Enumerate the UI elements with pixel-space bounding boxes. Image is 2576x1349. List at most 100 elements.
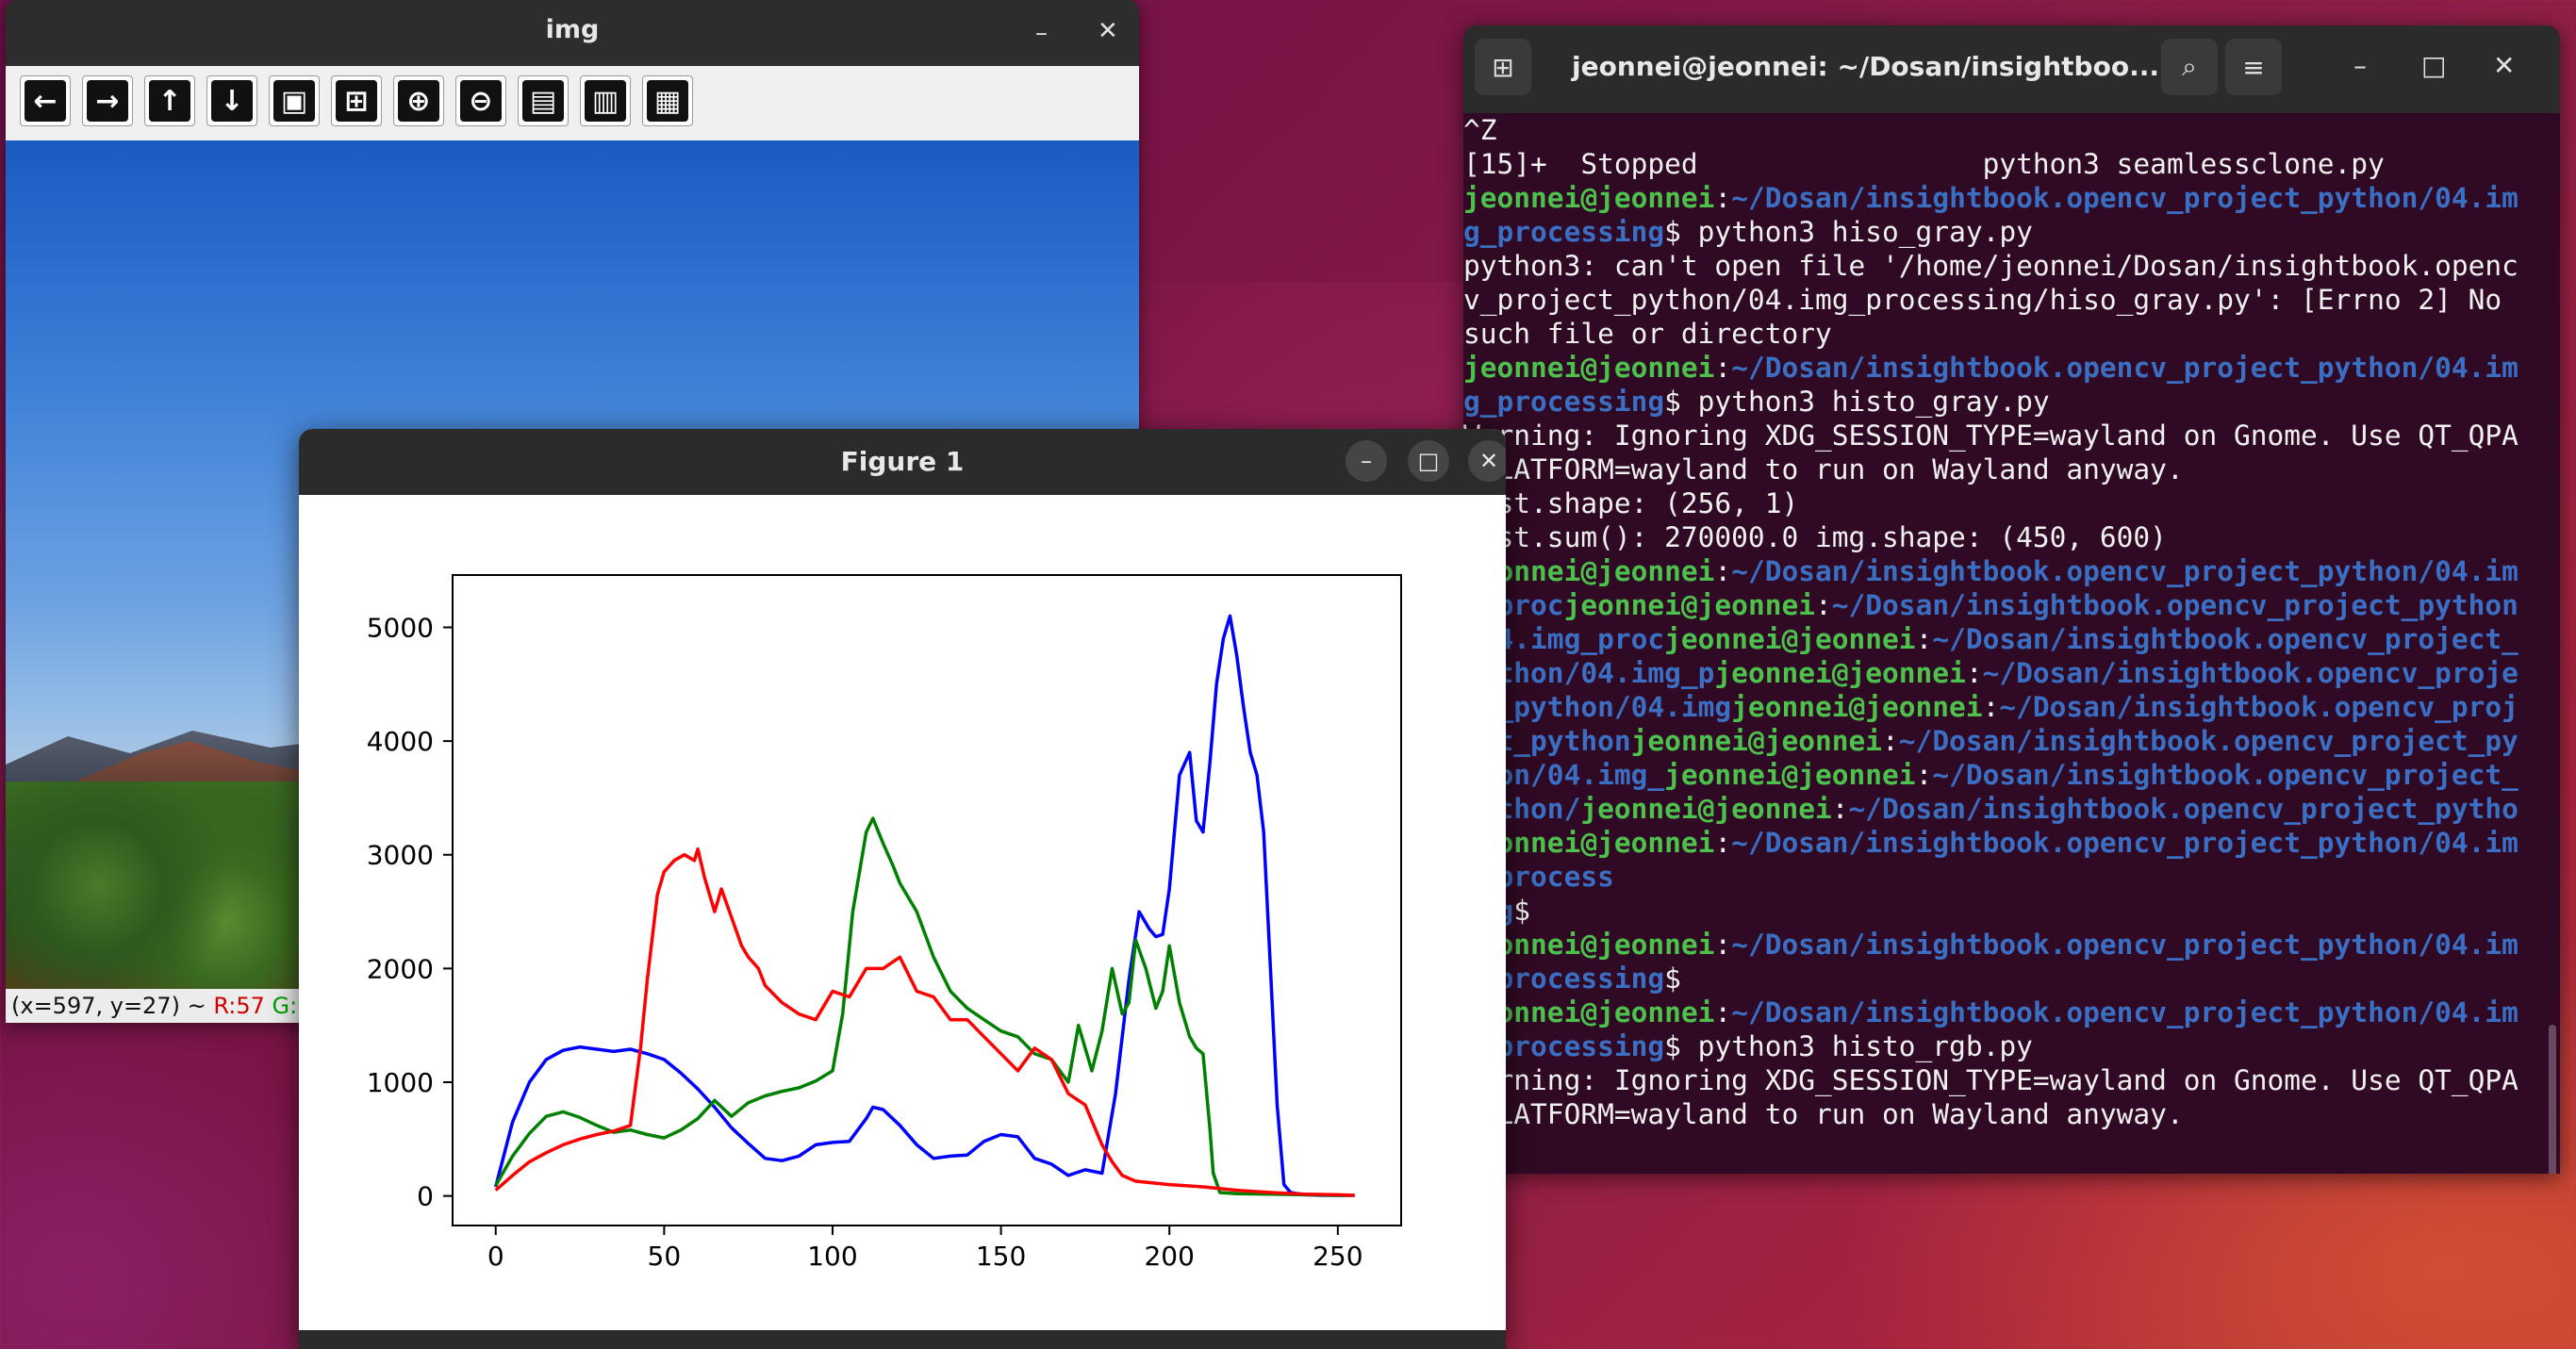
pan-down-button[interactable]: ↓: [206, 75, 257, 126]
terminal-line: hist.sum(): 270000.0 img.shape: (450, 60…: [1463, 520, 2548, 554]
prompt-path: g_processing: [1463, 216, 1665, 248]
terminal-line: python/jeonnei@jeonnei:~/Dosan/insightbo…: [1463, 792, 2548, 826]
figure-window: Figure 1 – □ ✕ 0 50 100 150 200 250 0 1000 2000 3…: [299, 429, 1506, 1349]
terminal-text: :: [1915, 623, 1933, 655]
zoom-original-button[interactable]: ⊞: [331, 75, 382, 126]
terminal-line: _PLATFORM=wayland to run on Wayland anyw…: [1463, 1097, 2548, 1131]
terminal-line: thon/04.img_jeonnei@jeonnei:~/Dosan/insi…: [1463, 758, 2548, 792]
terminal-text: $: [1513, 895, 1531, 927]
terminal-line: g_processing$ python3 hiso_gray.py: [1463, 215, 2548, 249]
prompt-user-host: jeonnei@jeonnei: [1664, 623, 1916, 655]
terminal-text: :: [1714, 555, 1732, 587]
terminal-scrollbar[interactable]: [2549, 1025, 2556, 1174]
terminal-line: jeonnei@jeonnei:~/Dosan/insightbook.open…: [1463, 928, 2548, 962]
terminal-line: g_processing$: [1463, 962, 2548, 995]
prompt-path: g_processing: [1463, 386, 1665, 418]
prompt-path: ~/Dosan/insightbook.opencv_project_pytho…: [1731, 182, 2518, 214]
pan-right-icon: →: [87, 80, 128, 122]
prompt-user-host: jeonnei@jeonnei: [1664, 759, 1916, 791]
terminal-line: jeonnei@jeonnei:~/Dosan/insightbook.open…: [1463, 826, 2548, 860]
y-tick-label: 1000: [367, 1067, 434, 1098]
terminal-text: :: [1714, 827, 1732, 859]
terminal-text: :: [1714, 996, 1732, 1028]
x-tick-label: 0: [487, 1241, 504, 1272]
pixel-red-value: R:57: [213, 993, 265, 1019]
close-button[interactable]: ✕: [2493, 50, 2515, 81]
terminal-text: Warning: Ignoring XDG_SESSION_TYPE=wayla…: [1463, 420, 2518, 452]
img-toolbar: ← → ↑ ↓ ▣ ⊞ ⊕ ⊖ ▤ ▥ ▦: [6, 66, 1139, 141]
forest: [6, 781, 317, 1023]
terminal-text: :: [1831, 793, 1849, 825]
zoom-out-button[interactable]: ⊖: [455, 75, 506, 126]
save-button[interactable]: ▤: [518, 75, 569, 126]
maximize-button[interactable]: □: [1408, 440, 1449, 482]
prompt-path: ~/Dosan/insightbook.opencv_project_pytho…: [1731, 996, 2518, 1028]
x-tick-label: 250: [1313, 1241, 1362, 1272]
img-window-titlebar[interactable]: img – ✕: [6, 0, 1139, 66]
prompt-user-host: jeonnei@jeonnei: [1580, 793, 1832, 825]
x-tick-label: 50: [648, 1241, 682, 1272]
terminal-line: Warning: Ignoring XDG_SESSION_TYPE=wayla…: [1463, 1063, 2548, 1097]
prompt-path: ~/Dosan/insightbook.opencv_project_: [1932, 623, 2518, 655]
properties-button[interactable]: ▦: [642, 75, 693, 126]
prompt-path: ~/Dosan/insightbook.opencv_project_pytho…: [1731, 827, 2518, 859]
prompt-path: ~/Dosan/insightbook.opencv_project_pytho…: [1731, 555, 2518, 587]
terminal-text: :: [1714, 182, 1732, 214]
pixel-green-value: G:: [272, 993, 298, 1019]
terminal-line: g_processing$ python3 histo_gray.py: [1463, 385, 2548, 419]
terminal-line: v_project_python/04.img_processing/hiso_…: [1463, 283, 2548, 317]
terminal-text: Warning: Ignoring XDG_SESSION_TYPE=wayla…: [1463, 1064, 2518, 1096]
terminal-line: [15]+ Stopped python3 seamlessclone.py: [1463, 147, 2548, 181]
terminal-titlebar[interactable]: ⊞ jeonnei@jeonnei: ~/Dosan/insightboo...…: [1463, 25, 2560, 113]
x-tick-label: 150: [976, 1241, 1026, 1272]
histogram-chart: 0 50 100 150 200 250 0 1000 2000 3000 4000 5000: [367, 574, 1402, 1272]
y-tick-label: 0: [417, 1181, 434, 1212]
zoom-in-button[interactable]: ⊕: [393, 75, 444, 126]
pan-up-button[interactable]: ↑: [144, 75, 195, 126]
terminal-line: /04.img_procjeonnei@jeonnei:~/Dosan/insi…: [1463, 622, 2548, 656]
pan-right-button[interactable]: →: [82, 75, 133, 126]
pan-left-button[interactable]: ←: [20, 75, 71, 126]
maximize-button[interactable]: □: [2421, 50, 2446, 81]
zoom-fit-button[interactable]: ▣: [269, 75, 320, 126]
save-icon: ▤: [522, 80, 564, 122]
x-tick-label: 200: [1144, 1241, 1194, 1272]
prompt-user-host: jeonnei@jeonnei: [1731, 691, 1983, 723]
pan-up-icon: ↑: [149, 80, 190, 122]
menu-button[interactable]: ≡: [2225, 39, 2282, 95]
close-button[interactable]: ✕: [1098, 19, 1118, 43]
copy-clipboard-icon: ▥: [585, 80, 626, 122]
prompt-path: ~/Dosan/insightbook.opencv_project_: [1932, 759, 2518, 791]
search-button[interactable]: ⌕: [2161, 39, 2218, 95]
terminal-text: _PLATFORM=wayland to run on Wayland anyw…: [1463, 1098, 2184, 1130]
terminal-text: $ python3 histo_gray.py: [1664, 386, 2050, 418]
terminal-line: Warning: Ignoring XDG_SESSION_TYPE=wayla…: [1463, 419, 2548, 452]
minimize-button[interactable]: –: [1035, 21, 1048, 45]
copy-clipboard-button[interactable]: ▥: [580, 75, 631, 126]
terminal-output[interactable]: ^Z [15]+ Stopped python3 seamlessclone.py…: [1463, 113, 2548, 1174]
terminal-line: _PLATFORM=wayland to run on Wayland anyw…: [1463, 452, 2548, 486]
new-tab-button[interactable]: ⊞: [1475, 39, 1531, 95]
terminal-line: hist.shape: (256, 1): [1463, 486, 2548, 520]
properties-icon: ▦: [647, 80, 688, 122]
minimize-button[interactable]: –: [1346, 440, 1387, 482]
terminal-line: jeonnei@jeonnei:~/Dosan/insightbook.open…: [1463, 554, 2548, 588]
terminal-text: such file or directory: [1463, 318, 1832, 350]
terminal-text: $ python3 histo_rgb.py: [1664, 1030, 2033, 1062]
y-tick-label: 4000: [367, 726, 434, 757]
pan-down-icon: ↓: [211, 80, 253, 122]
figure-title: Figure 1: [840, 446, 965, 477]
close-button[interactable]: ✕: [1468, 440, 1506, 482]
terminal-text: :: [1915, 759, 1933, 791]
prompt-user-host: jeonnei@jeonnei: [1463, 182, 1715, 214]
minimize-button[interactable]: –: [2353, 50, 2367, 81]
prompt-path: ~/Dosan/insightbook.opencv_project_pytho: [1848, 793, 2518, 825]
terminal-text: ^Z: [1463, 114, 1497, 146]
terminal-text: hist.sum(): 270000.0 img.shape: (450, 60…: [1463, 521, 2167, 553]
img-window-title: img: [545, 15, 600, 44]
y-tick-label: 5000: [367, 612, 434, 643]
terminal-window: ⊞ jeonnei@jeonnei: ~/Dosan/insightboo...…: [1463, 25, 2560, 1174]
axes-frame: [452, 574, 1402, 1226]
cursor-coords: (x=597, y=27) ~: [11, 993, 214, 1019]
figure-titlebar[interactable]: Figure 1 – □ ✕: [299, 429, 1506, 495]
